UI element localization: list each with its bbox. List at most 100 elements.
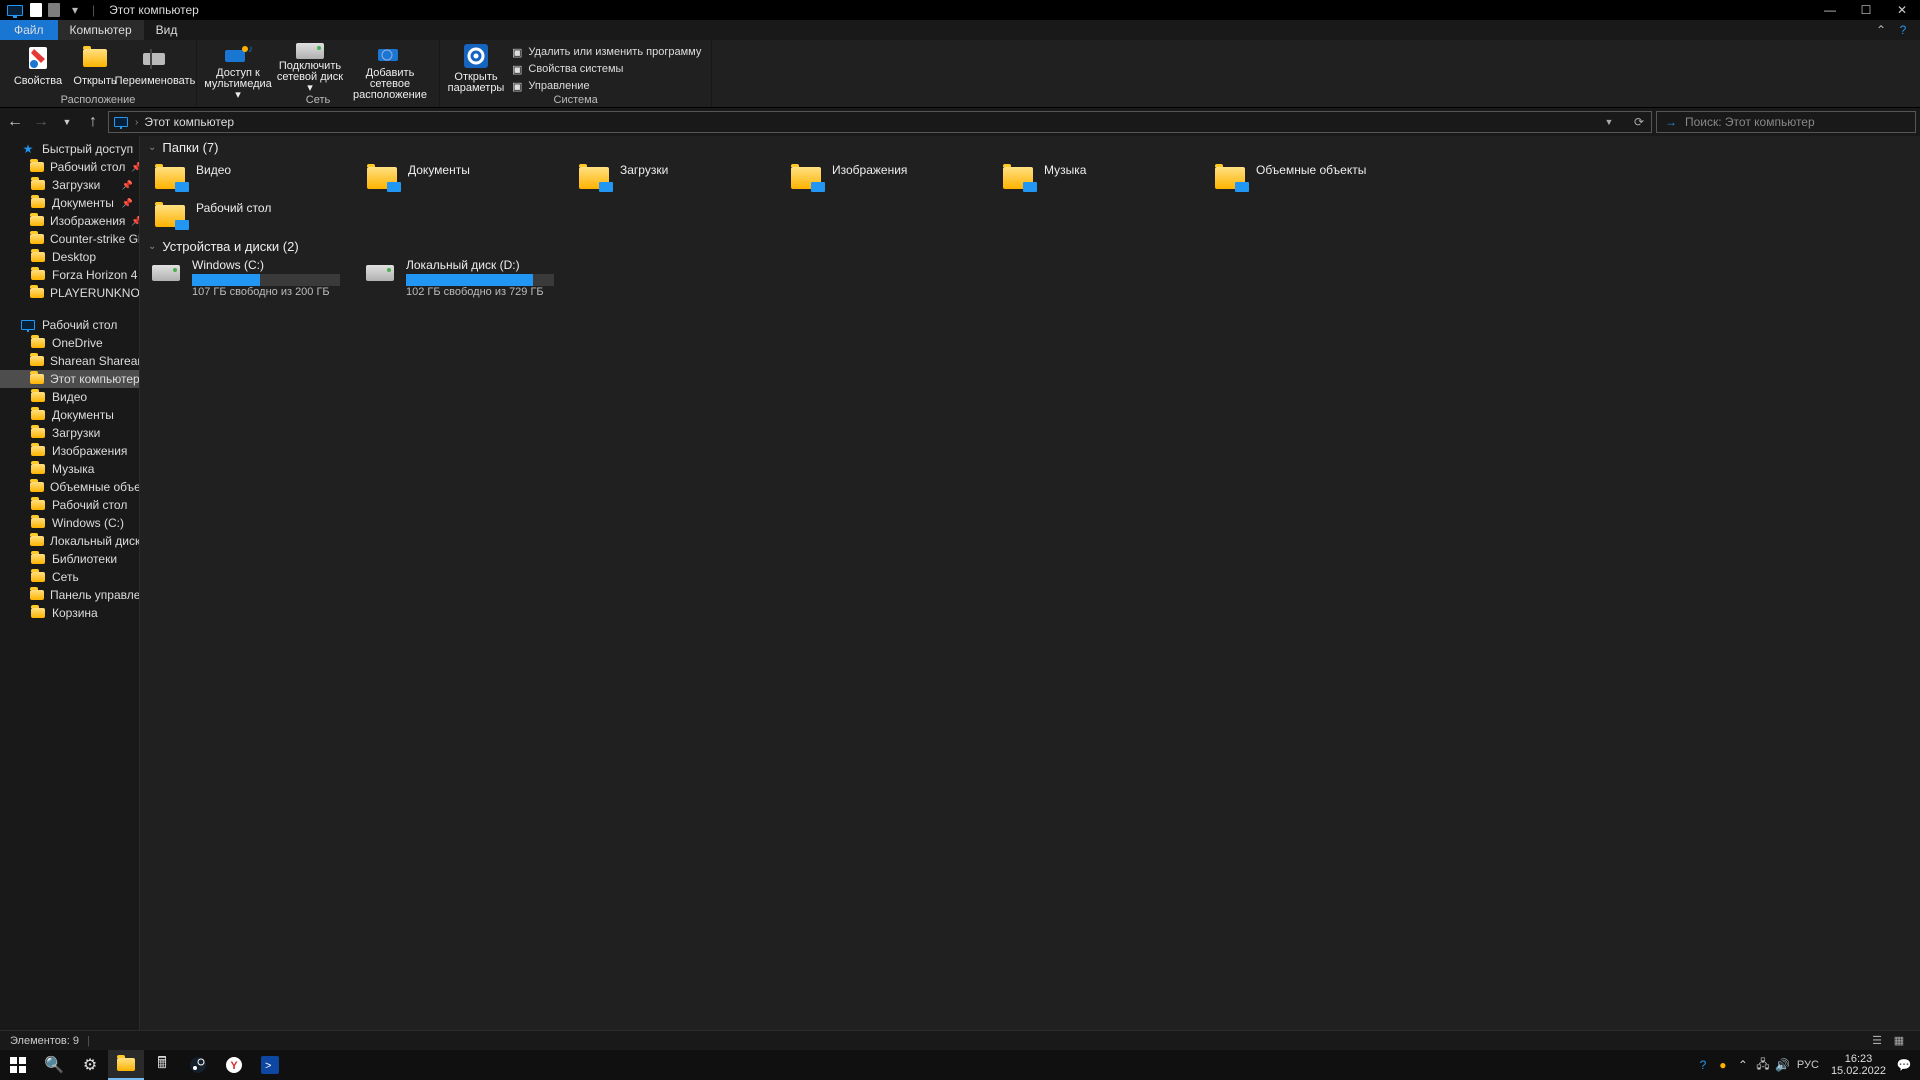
search-icon: → <box>1665 115 1677 129</box>
nav-item[interactable]: Изображения <box>0 442 139 460</box>
folder-icon <box>30 443 46 459</box>
address-bar[interactable]: › Этот компьютер ▼ ⟳ <box>108 111 1652 133</box>
system-properties-button[interactable]: ▣Свойства системы <box>508 61 705 77</box>
search-box[interactable]: → Поиск: Этот компьютер <box>1656 111 1916 133</box>
nav-item[interactable]: Документы📌 <box>0 194 139 212</box>
qat-properties-icon[interactable] <box>30 3 42 17</box>
folder-icon <box>1000 163 1036 193</box>
rename-button[interactable]: Переименовать <box>120 42 190 94</box>
address-crumb[interactable]: Этот компьютер <box>144 115 234 129</box>
properties-button[interactable]: Свойства <box>6 42 70 94</box>
nav-item[interactable]: OneDrive <box>0 334 139 352</box>
nav-item[interactable]: Sharean Shareann <box>0 352 139 370</box>
taskbar-steam-button[interactable] <box>180 1050 216 1080</box>
help-icon[interactable]: ? <box>1892 20 1914 40</box>
map-drive-button[interactable]: Подключить сетевой диск ▾ <box>275 42 345 94</box>
taskbar-calculator-button[interactable]: 🖩 <box>144 1050 180 1080</box>
drive-item[interactable]: Windows (C:)107 ГБ свободно из 200 ГБ <box>148 258 348 298</box>
qat-new-folder-icon[interactable] <box>48 3 60 17</box>
nav-item[interactable]: Панель управления <box>0 586 139 604</box>
tray-help-icon[interactable]: ? <box>1693 1050 1713 1080</box>
nav-recent-button[interactable]: ▼ <box>56 111 78 133</box>
maximize-button[interactable]: ☐ <box>1848 0 1884 20</box>
nav-back-button[interactable]: ← <box>4 111 26 133</box>
tray-language[interactable]: РУС <box>1793 1050 1823 1080</box>
nav-item[interactable]: Counter-strike Global O <box>0 230 139 248</box>
nav-item[interactable]: Forza Horizon 4 <box>0 266 139 284</box>
folder-item[interactable]: Объемные объекты <box>1208 159 1420 197</box>
drive-item[interactable]: Локальный диск (D:)102 ГБ свободно из 72… <box>362 258 562 298</box>
nav-forward-button[interactable]: → <box>30 111 52 133</box>
address-dropdown-icon[interactable]: ▼ <box>1597 112 1621 132</box>
tab-view[interactable]: Вид <box>144 20 190 40</box>
nav-item[interactable]: Этот компьютер <box>0 370 139 388</box>
folder-icon <box>30 267 46 283</box>
tab-computer[interactable]: Компьютер <box>58 20 144 40</box>
content-area: ⌄ Папки (7) ВидеоДокументыЗагрузкиИзобра… <box>140 136 1920 1040</box>
tray-network-icon[interactable]: 🖧 <box>1753 1050 1773 1080</box>
nav-item[interactable]: Документы <box>0 406 139 424</box>
nav-item[interactable]: Загрузки <box>0 424 139 442</box>
nav-item[interactable]: Windows (C:) <box>0 514 139 532</box>
nav-item[interactable]: Изображения📌 <box>0 212 139 230</box>
manage-button[interactable]: ▣Управление <box>508 78 705 94</box>
folder-icon <box>30 479 44 495</box>
tiles-view-icon[interactable]: ▦ <box>1888 1034 1910 1047</box>
nav-up-button[interactable]: ↑ <box>82 111 104 133</box>
nav-item[interactable]: Библиотеки <box>0 550 139 568</box>
ribbon-group-network: ♪ Доступ к мультимедиа ▾ Подключить сете… <box>197 40 440 107</box>
svg-text:>: > <box>265 1060 271 1072</box>
folder-item[interactable]: Документы <box>360 159 572 197</box>
nav-item[interactable]: Видео <box>0 388 139 406</box>
tab-file[interactable]: Файл <box>0 20 58 40</box>
taskbar-clock[interactable]: 16:23 15.02.2022 <box>1823 1053 1894 1077</box>
refresh-icon[interactable]: ⟳ <box>1627 112 1651 132</box>
open-settings-label: Открыть параметры <box>446 72 506 94</box>
nav-item[interactable]: Сеть <box>0 568 139 586</box>
nav-item[interactable]: Музыка <box>0 460 139 478</box>
section-devices[interactable]: ⌄ Устройства и диски (2) <box>140 235 1920 258</box>
collapse-ribbon-icon[interactable]: ⌃ <box>1870 20 1892 40</box>
media-access-button[interactable]: ♪ Доступ к мультимедиа ▾ <box>203 42 273 94</box>
action-center-icon[interactable]: 💬 <box>1894 1050 1914 1080</box>
folder-item[interactable]: Изображения <box>784 159 996 197</box>
details-view-icon[interactable]: ☰ <box>1866 1034 1888 1047</box>
start-button[interactable] <box>0 1050 36 1080</box>
nav-item[interactable]: Загрузки📌 <box>0 176 139 194</box>
taskbar-settings-button[interactable]: ⚙ <box>72 1050 108 1080</box>
nav-quick-access[interactable]: ★Быстрый доступ <box>0 140 139 158</box>
open-settings-button[interactable]: Открыть параметры <box>446 42 506 94</box>
monitor-icon <box>20 317 36 333</box>
svg-text:♪: ♪ <box>248 44 253 55</box>
taskbar-search-button[interactable]: 🔍 <box>36 1050 72 1080</box>
tray-weather-icon[interactable]: ● <box>1713 1050 1733 1080</box>
tray-overflow-icon[interactable]: ⌃ <box>1733 1050 1753 1080</box>
add-network-location-button[interactable]: Добавить сетевое расположение <box>347 42 433 94</box>
uninstall-label: Удалить или изменить программу <box>528 46 701 58</box>
minimize-button[interactable]: — <box>1812 0 1848 20</box>
folder-item[interactable]: Загрузки <box>572 159 784 197</box>
nav-item[interactable]: Объемные объекты <box>0 478 139 496</box>
taskbar-yandex-button[interactable]: Y <box>216 1050 252 1080</box>
nav-item[interactable]: Корзина <box>0 604 139 622</box>
nav-item[interactable]: Рабочий стол <box>0 496 139 514</box>
system-group-caption: Система <box>440 94 711 108</box>
taskbar-explorer-button[interactable] <box>108 1050 144 1080</box>
uninstall-button[interactable]: ▣Удалить или изменить программу <box>508 44 705 60</box>
nav-item[interactable]: Локальный диск (D:) <box>0 532 139 550</box>
open-button[interactable]: Открыть <box>72 42 118 94</box>
folder-item[interactable]: Видео <box>148 159 360 197</box>
nav-item[interactable]: Рабочий стол📌 <box>0 158 139 176</box>
nav-desktop[interactable]: Рабочий стол <box>0 316 139 334</box>
taskbar-date: 15.02.2022 <box>1831 1065 1886 1077</box>
close-button[interactable]: ✕ <box>1884 0 1920 20</box>
qat-customize-icon[interactable]: ▾ <box>66 2 84 18</box>
folder-item[interactable]: Рабочий стол <box>148 197 360 235</box>
tray-volume-icon[interactable]: 🔊 <box>1773 1050 1793 1080</box>
nav-item[interactable]: PLAYERUNKNOWN'S BA <box>0 284 139 302</box>
nav-item[interactable]: Desktop <box>0 248 139 266</box>
taskbar-powershell-button[interactable]: > <box>252 1050 288 1080</box>
folder-icon <box>30 569 46 585</box>
folder-item[interactable]: Музыка <box>996 159 1208 197</box>
section-folders[interactable]: ⌄ Папки (7) <box>140 136 1920 159</box>
